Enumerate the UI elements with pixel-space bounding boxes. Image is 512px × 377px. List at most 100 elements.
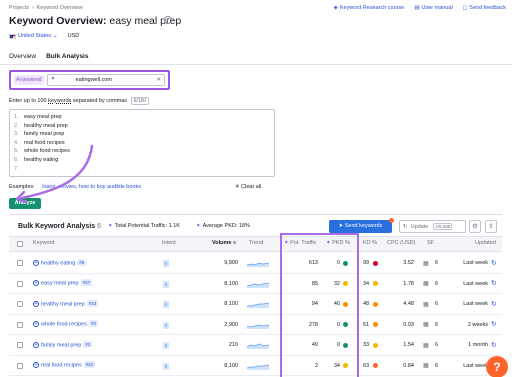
volume-cell: 9,900 xyxy=(224,260,238,266)
keyword-link[interactable]: real food recipes xyxy=(41,362,82,368)
breadcrumb: Projects › Keyword Overview xyxy=(9,5,83,11)
keyword-line: 6. healthy eating xyxy=(14,156,59,163)
intent-badge: I xyxy=(163,301,169,308)
keyword-count-badge: 6/100 xyxy=(130,97,150,105)
database-label: United States xyxy=(18,33,52,39)
add-keyword-icon[interactable]: + xyxy=(33,341,39,348)
column-trend[interactable]: Trend xyxy=(249,240,263,246)
keyword-link[interactable]: family meal prep xyxy=(41,342,81,348)
domain-input[interactable]: ✦ eatingwell.com ✕ xyxy=(46,74,165,86)
export-icon[interactable]: ⇪ xyxy=(485,220,497,233)
serp-features-icon: ▦ xyxy=(423,260,429,267)
instruction-keywords-link[interactable]: keywords xyxy=(48,98,71,104)
kd-dot xyxy=(373,281,378,286)
serp-features-icon: ▦ xyxy=(423,342,429,349)
refresh-icon[interactable]: ↻ xyxy=(491,300,497,308)
trend-sparkline xyxy=(247,324,269,329)
refresh-icon[interactable]: ↻ xyxy=(491,259,497,267)
column-intent[interactable]: Intent xyxy=(162,240,176,246)
refresh-icon[interactable]: ↻ xyxy=(491,320,497,328)
keyword-cell: + healthy eating #5 xyxy=(33,258,87,266)
add-keyword-icon[interactable]: + xyxy=(33,259,39,266)
serp-features-icon: ▦ xyxy=(423,363,429,369)
keyword-line: 2. healthy meal prep xyxy=(14,122,68,129)
keyword-line-text: whole food recipes xyxy=(24,148,70,155)
volume-cell: 8,100 xyxy=(224,280,238,287)
row-checkbox[interactable] xyxy=(17,321,23,328)
instruction-suffix: separated by commas xyxy=(72,98,128,104)
settings-gear-icon[interactable]: ⚙ xyxy=(469,220,481,233)
add-keyword-icon[interactable]: + xyxy=(33,300,39,307)
keyword-line: 5. whole food recipes xyxy=(14,148,70,155)
keyword-cell: + family meal prep #2 xyxy=(33,340,93,348)
keyword-line: 4. real food recipes xyxy=(14,139,65,146)
clear-all-button[interactable]: ✕ Clear all xyxy=(235,184,261,190)
column-volume[interactable]: Volume ≡ xyxy=(212,240,236,246)
keyword-link[interactable]: whole food recipes xyxy=(41,321,87,327)
sf-cell: 6 xyxy=(435,362,439,369)
intent-badge: I xyxy=(163,260,169,267)
keyword-link[interactable]: healthy meal prep xyxy=(41,301,85,307)
row-checkbox[interactable] xyxy=(17,301,23,307)
breadcrumb-separator: › xyxy=(31,5,34,11)
keyword-research-course-label: Keyword Research course xyxy=(339,5,405,11)
send-feedback-link[interactable]: ◻ Send feedback xyxy=(463,5,506,11)
send-keywords-button[interactable]: ➤ Send keywords xyxy=(329,220,392,233)
breadcrumb-projects[interactable]: Projects xyxy=(9,5,29,11)
check-circle-icon: ✓ xyxy=(164,16,172,24)
column-keyword[interactable]: Keyword xyxy=(33,240,54,246)
average-pkd-label: Average PKD: 18% xyxy=(202,223,250,229)
sf-cell: 6 xyxy=(435,301,439,307)
kd-cell: 33 xyxy=(363,342,370,348)
cpc-cell: 0.93 xyxy=(403,321,414,328)
column-cpc[interactable]: CPC (USD) xyxy=(387,240,415,246)
intent-badge: I xyxy=(163,362,169,370)
help-button[interactable]: ? xyxy=(486,356,508,377)
keyword-line-text: healthy eating xyxy=(24,156,59,163)
book-icon: ▤ xyxy=(414,5,420,11)
refresh-icon[interactable]: ↻ xyxy=(491,279,497,287)
select-all-checkbox[interactable] xyxy=(17,241,23,247)
rank-tag: #2 xyxy=(83,340,93,348)
send-keywords-label: Send keywords xyxy=(344,223,383,229)
user-manual-link[interactable]: ▤ User manual xyxy=(414,5,452,11)
sf-cell: 6 xyxy=(435,280,439,287)
add-keyword-icon[interactable]: + xyxy=(33,362,39,368)
updated-cell: 2 weeks xyxy=(467,321,488,328)
keyword-link[interactable]: easy meal prep xyxy=(41,280,79,286)
update-button[interactable]: ↻ Update 1/5,000 xyxy=(399,220,466,233)
analyze-button[interactable]: Analyze xyxy=(9,198,41,209)
refresh-icon[interactable]: ↻ xyxy=(491,341,497,349)
sf-cell: 6 xyxy=(435,342,439,348)
row-checkbox[interactable] xyxy=(17,362,23,369)
kd-dot xyxy=(373,260,378,266)
page-title-label: Keyword Overview: xyxy=(9,15,107,27)
database-selector[interactable]: United States ⌄ USD xyxy=(9,33,79,39)
clear-domain-icon[interactable]: ✕ xyxy=(156,77,161,83)
rank-tag: #5 xyxy=(77,258,87,266)
serp-features-icon: ▦ xyxy=(423,322,429,328)
keywords-textarea[interactable]: 1. easy meal prep 2. healthy meal prep 3. f… xyxy=(9,109,275,177)
add-keyword-icon[interactable]: + xyxy=(33,321,39,327)
rank-tag: #27 xyxy=(80,279,93,287)
keyword-line-text: family meal prep xyxy=(24,131,65,138)
rank-tag: #23 xyxy=(83,361,96,369)
keyword-line: 1. easy meal prep xyxy=(14,114,62,120)
sparkle-icon: ✦ xyxy=(108,223,113,229)
column-sf[interactable]: SF xyxy=(427,240,434,246)
row-checkbox[interactable] xyxy=(17,342,23,348)
cpc-cell: 4.48 xyxy=(403,301,414,307)
update-limit: 1/5,000 xyxy=(433,223,453,230)
graduation-cap-icon: ◈ xyxy=(333,5,338,11)
row-checkbox[interactable] xyxy=(17,260,23,266)
sort-icon: ≡ xyxy=(233,240,237,246)
row-checkbox[interactable] xyxy=(17,280,23,287)
kd-dot xyxy=(373,301,378,307)
tab-divider xyxy=(0,64,512,65)
add-keyword-icon[interactable]: + xyxy=(33,280,39,286)
keyword-link[interactable]: healthy eating xyxy=(41,260,75,266)
column-updated[interactable]: Updated xyxy=(475,240,496,246)
keyword-research-course-link[interactable]: ◈ Keyword Research course xyxy=(334,5,405,11)
examples-link[interactable]: loans, movies, how to buy audible books xyxy=(42,184,141,190)
column-kd[interactable]: KD % xyxy=(363,240,377,246)
